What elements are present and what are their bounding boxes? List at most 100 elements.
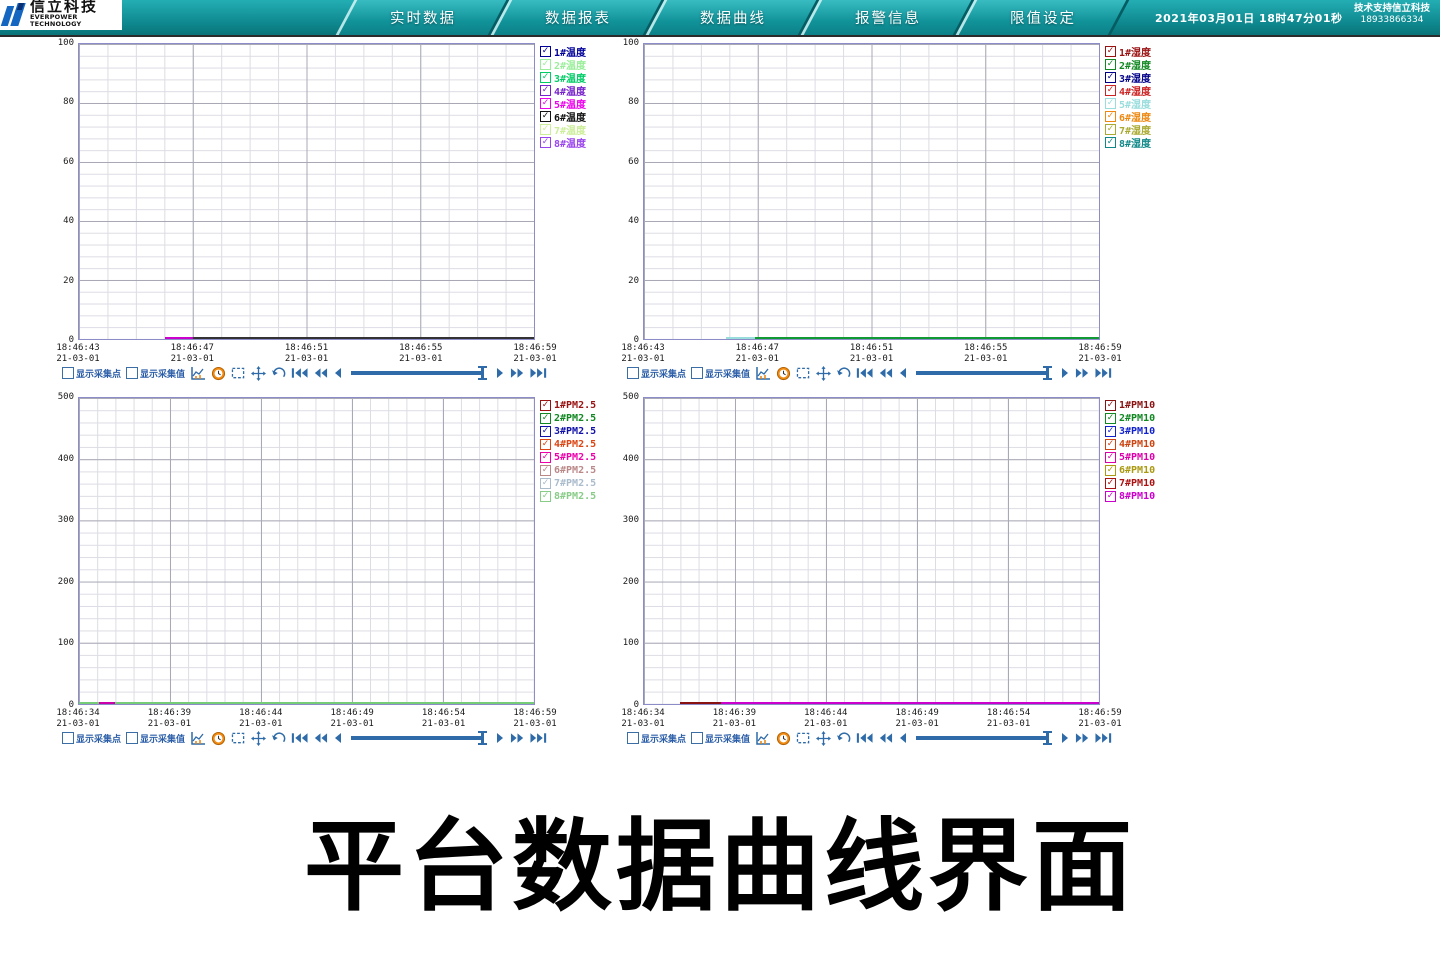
- undo-icon[interactable]: [836, 732, 851, 745]
- legend-checkbox[interactable]: ✓: [1105, 400, 1116, 411]
- show-points-checkbox[interactable]: [62, 732, 74, 744]
- fast-forward-icon[interactable]: [510, 367, 525, 379]
- rewind-icon[interactable]: [313, 367, 328, 379]
- show-points-checkbox[interactable]: [62, 367, 74, 379]
- time-range-icon[interactable]: [776, 366, 791, 381]
- legend-checkbox[interactable]: ✓: [1105, 413, 1116, 424]
- show-points-checkbox-group[interactable]: 显示采集点: [62, 367, 121, 380]
- legend-checkbox[interactable]: ✓: [540, 439, 551, 450]
- step-back-icon[interactable]: [898, 367, 907, 379]
- tab-realtime-data[interactable]: 实时数据: [336, 0, 510, 35]
- skip-end-icon[interactable]: [1095, 732, 1112, 744]
- legend-checkbox[interactable]: ✓: [540, 452, 551, 463]
- show-points-checkbox-group[interactable]: 显示采集点: [627, 367, 686, 380]
- legend-checkbox[interactable]: ✓: [540, 137, 551, 148]
- legend-checkbox[interactable]: ✓: [540, 413, 551, 424]
- fast-forward-icon[interactable]: [510, 732, 525, 744]
- legend-item[interactable]: ✓1#PM2.5: [540, 399, 596, 412]
- tab-data-report[interactable]: 数据报表: [491, 0, 665, 35]
- step-forward-icon[interactable]: [496, 732, 505, 744]
- zoom-box-icon[interactable]: [231, 367, 246, 380]
- legend-item[interactable]: ✓5#PM2.5: [540, 451, 596, 464]
- legend-checkbox[interactable]: ✓: [540, 124, 551, 135]
- legend-item[interactable]: ✓3#PM10: [1105, 425, 1155, 438]
- curve-style-icon[interactable]: [190, 366, 206, 380]
- legend-checkbox[interactable]: ✓: [1105, 452, 1116, 463]
- slider-handle[interactable]: [481, 732, 484, 744]
- show-points-checkbox-group[interactable]: 显示采集点: [62, 732, 121, 745]
- step-forward-icon[interactable]: [1061, 367, 1070, 379]
- show-points-checkbox[interactable]: [627, 732, 639, 744]
- legend-checkbox[interactable]: ✓: [1105, 491, 1116, 502]
- timeline-slider[interactable]: [351, 736, 483, 740]
- show-values-checkbox[interactable]: [691, 367, 703, 379]
- legend-checkbox[interactable]: ✓: [540, 491, 551, 502]
- legend-item[interactable]: ✓5#PM10: [1105, 451, 1155, 464]
- legend-checkbox[interactable]: ✓: [540, 98, 551, 109]
- legend-checkbox[interactable]: ✓: [1105, 465, 1116, 476]
- zoom-box-icon[interactable]: [796, 367, 811, 380]
- legend-checkbox[interactable]: ✓: [1105, 85, 1116, 96]
- legend-checkbox[interactable]: ✓: [1105, 98, 1116, 109]
- undo-icon[interactable]: [271, 367, 286, 380]
- show-values-checkbox-group[interactable]: 显示采集值: [126, 732, 185, 745]
- zoom-box-icon[interactable]: [796, 732, 811, 745]
- step-forward-icon[interactable]: [496, 367, 505, 379]
- legend-item[interactable]: ✓1#PM10: [1105, 399, 1155, 412]
- rewind-icon[interactable]: [313, 732, 328, 744]
- legend-item[interactable]: ✓2#PM10: [1105, 412, 1155, 425]
- legend-item[interactable]: ✓4#PM2.5: [540, 438, 596, 451]
- legend-checkbox[interactable]: ✓: [1105, 426, 1116, 437]
- pan-icon[interactable]: [816, 731, 831, 746]
- timeline-slider[interactable]: [916, 371, 1048, 375]
- skip-end-icon[interactable]: [530, 367, 547, 379]
- curve-style-icon[interactable]: [755, 366, 771, 380]
- legend-checkbox[interactable]: ✓: [1105, 46, 1116, 57]
- zoom-box-icon[interactable]: [231, 732, 246, 745]
- legend-item[interactable]: ✓8#湿度: [1105, 136, 1151, 149]
- legend-item[interactable]: ✓8#PM10: [1105, 490, 1155, 503]
- step-forward-icon[interactable]: [1061, 732, 1070, 744]
- pan-icon[interactable]: [251, 366, 266, 381]
- step-back-icon[interactable]: [333, 732, 342, 744]
- legend-checkbox[interactable]: ✓: [1105, 124, 1116, 135]
- rewind-icon[interactable]: [878, 732, 893, 744]
- curve-style-icon[interactable]: [190, 731, 206, 745]
- legend-checkbox[interactable]: ✓: [540, 465, 551, 476]
- show-values-checkbox[interactable]: [691, 732, 703, 744]
- legend-item[interactable]: ✓6#PM10: [1105, 464, 1155, 477]
- undo-icon[interactable]: [271, 732, 286, 745]
- legend-checkbox[interactable]: ✓: [1105, 439, 1116, 450]
- pan-icon[interactable]: [816, 366, 831, 381]
- time-range-icon[interactable]: [211, 731, 226, 746]
- curve-style-icon[interactable]: [755, 731, 771, 745]
- legend-item[interactable]: ✓7#PM2.5: [540, 477, 596, 490]
- legend-checkbox[interactable]: ✓: [1105, 111, 1116, 122]
- show-values-checkbox[interactable]: [126, 732, 138, 744]
- show-points-checkbox[interactable]: [627, 367, 639, 379]
- legend-checkbox[interactable]: ✓: [540, 85, 551, 96]
- skip-start-icon[interactable]: [856, 367, 873, 379]
- tab-alarm-info[interactable]: 报警信息: [801, 0, 975, 35]
- legend-checkbox[interactable]: ✓: [540, 46, 551, 57]
- legend-checkbox[interactable]: ✓: [540, 111, 551, 122]
- pan-icon[interactable]: [251, 731, 266, 746]
- legend-item[interactable]: ✓6#PM2.5: [540, 464, 596, 477]
- show-values-checkbox-group[interactable]: 显示采集值: [691, 367, 750, 380]
- fast-forward-icon[interactable]: [1075, 367, 1090, 379]
- legend-item[interactable]: ✓8#温度: [540, 136, 586, 149]
- slider-handle[interactable]: [1046, 367, 1049, 379]
- legend-checkbox[interactable]: ✓: [540, 59, 551, 70]
- fast-forward-icon[interactable]: [1075, 732, 1090, 744]
- show-points-checkbox-group[interactable]: 显示采集点: [627, 732, 686, 745]
- legend-checkbox[interactable]: ✓: [1105, 59, 1116, 70]
- legend-checkbox[interactable]: ✓: [540, 400, 551, 411]
- step-back-icon[interactable]: [898, 732, 907, 744]
- time-range-icon[interactable]: [211, 366, 226, 381]
- show-values-checkbox[interactable]: [126, 367, 138, 379]
- legend-checkbox[interactable]: ✓: [1105, 478, 1116, 489]
- legend-item[interactable]: ✓2#PM2.5: [540, 412, 596, 425]
- skip-start-icon[interactable]: [291, 367, 308, 379]
- slider-handle[interactable]: [481, 367, 484, 379]
- tab-data-curve[interactable]: 数据曲线: [646, 0, 820, 35]
